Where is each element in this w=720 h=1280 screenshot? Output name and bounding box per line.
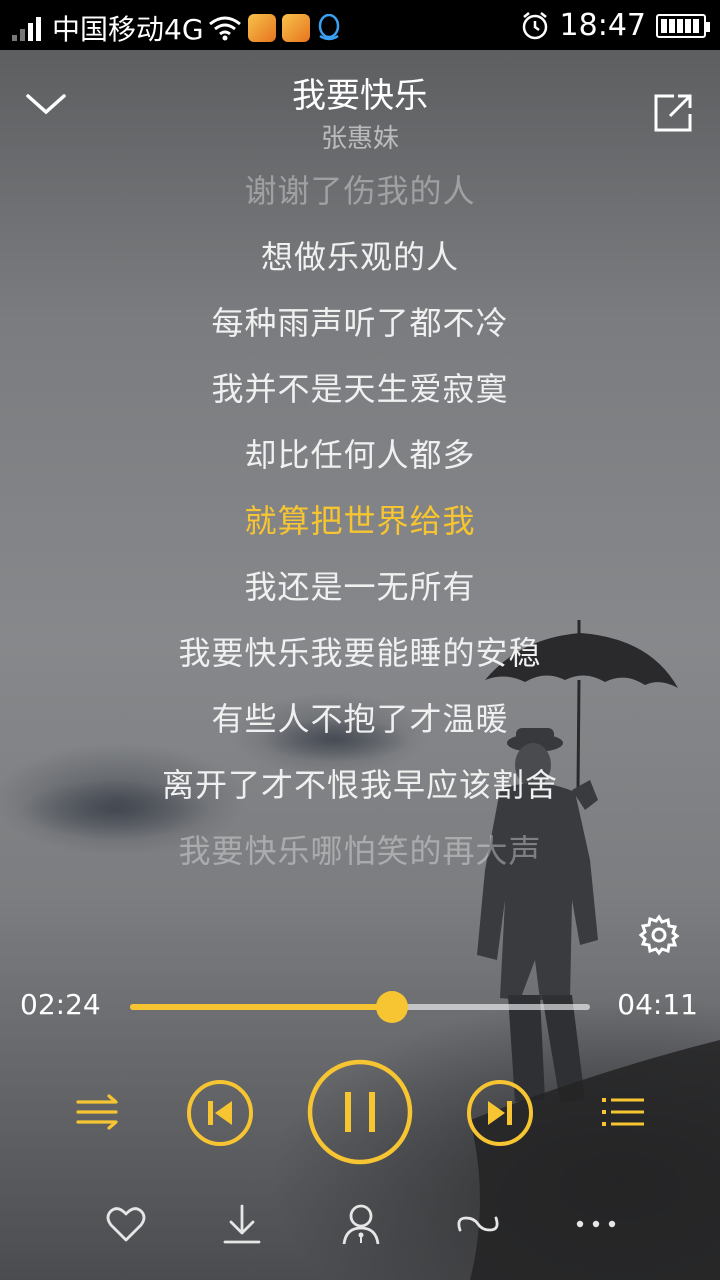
app-notification-icon [247, 14, 276, 42]
current-time: 02:24 [20, 988, 101, 1021]
lyric-line: 我还是一无所有 [244, 568, 476, 606]
lyric-line: 却比任何人都多 [244, 436, 476, 474]
lyric-line: 我并不是天生爱寂寞 [211, 370, 509, 408]
carrier-label: 中国移动4G [52, 13, 204, 46]
lyrics-list[interactable]: 谢谢了伤我的人 想做乐观的人 每种雨声听了都不冷 我并不是天生爱寂寞 却比任何人… [0, 158, 720, 884]
gear-icon[interactable] [638, 914, 680, 956]
lyric-line: 我要快乐哪怕笑的再大声 [178, 832, 542, 870]
lyric-line: 想做乐观的人 [260, 238, 459, 276]
progress-thumb[interactable] [376, 991, 409, 1023]
lyric-line: 谢谢了伤我的人 [244, 172, 476, 210]
battery-icon [656, 13, 710, 38]
lyric-line: 离开了才不恨我早应该割舍 [161, 766, 558, 804]
alarm-icon [522, 11, 547, 39]
pause-icon[interactable] [306, 1058, 414, 1166]
lyric-line: 就算把世界给我 [244, 502, 476, 540]
artist-name[interactable]: 张惠妹 [0, 118, 720, 155]
progress-slider[interactable] [130, 991, 590, 1023]
lyric-line: 我要快乐我要能睡的安稳 [178, 634, 542, 672]
singer-icon[interactable] [340, 1202, 382, 1246]
lyric-line: 每种雨声听了都不冷 [211, 304, 509, 342]
next-icon[interactable] [466, 1079, 534, 1147]
qq-icon [318, 14, 339, 41]
player-header: 我要快乐 张惠妹 [0, 50, 720, 160]
loop-icon[interactable] [454, 1202, 502, 1246]
app-notification-icon [281, 14, 310, 42]
clock-time: 18:47 [559, 8, 646, 43]
total-time: 04:11 [617, 988, 698, 1021]
progress-fill [130, 1004, 393, 1010]
signal-icon [12, 15, 44, 41]
lyric-line: 有些人不抱了才温暖 [211, 700, 509, 738]
song-title: 我要快乐 [292, 76, 428, 116]
download-icon[interactable] [222, 1202, 262, 1246]
wifi-icon [208, 16, 241, 41]
heart-icon[interactable] [106, 1202, 146, 1246]
share-icon[interactable] [652, 92, 694, 134]
shuffle-icon[interactable] [76, 1094, 120, 1130]
status-bar: 中国移动4G 18:47 [0, 0, 720, 50]
playlist-icon[interactable] [602, 1096, 644, 1128]
more-icon[interactable] [574, 1202, 618, 1246]
previous-icon[interactable] [186, 1079, 254, 1147]
